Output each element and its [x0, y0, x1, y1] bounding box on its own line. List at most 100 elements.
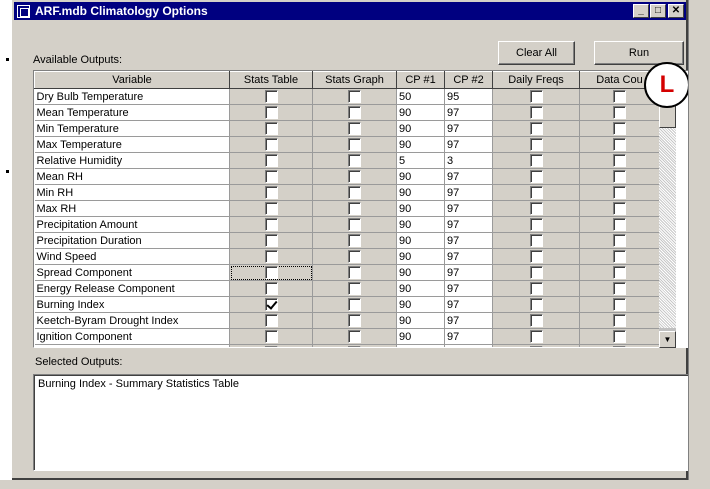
- title-bar[interactable]: ARF.mdb Climatology Options _ □ ✕: [14, 2, 686, 20]
- daily-freqs-checkbox[interactable]: [529, 250, 543, 263]
- cp1-cell[interactable]: 10: [396, 344, 445, 347]
- daily-freqs-checkbox[interactable]: [529, 138, 543, 151]
- data-count-checkbox[interactable]: [613, 314, 626, 327]
- data-count-checkbox[interactable]: [613, 250, 626, 263]
- stats-graph-checkbox[interactable]: [348, 330, 361, 343]
- data-count-checkbox[interactable]: [613, 154, 626, 167]
- stats-table-checkbox[interactable]: [264, 282, 278, 295]
- stats-graph-checkbox[interactable]: [348, 122, 361, 135]
- stats-graph-checkbox[interactable]: [348, 138, 361, 151]
- stats-table-checkbox[interactable]: [264, 346, 278, 347]
- stats-graph-checkbox[interactable]: [348, 266, 361, 279]
- daily-freqs-checkbox[interactable]: [529, 90, 543, 103]
- daily-freqs-checkbox[interactable]: [529, 314, 543, 327]
- daily-freqs-checkbox[interactable]: [529, 298, 543, 311]
- stats-table-checkbox[interactable]: [264, 154, 278, 167]
- cp1-cell[interactable]: 90: [396, 248, 445, 265]
- data-count-checkbox[interactable]: [613, 90, 626, 103]
- stats-graph-checkbox[interactable]: [348, 154, 361, 167]
- cp2-cell[interactable]: 97: [444, 184, 493, 201]
- cp2-cell[interactable]: 95: [444, 88, 493, 105]
- cp2-cell[interactable]: 97: [444, 328, 493, 345]
- cp1-cell[interactable]: 90: [396, 312, 445, 329]
- stats-table-checkbox[interactable]: [264, 234, 278, 247]
- stats-graph-checkbox[interactable]: [348, 170, 361, 183]
- stats-table-checkbox[interactable]: [264, 218, 278, 231]
- data-count-checkbox[interactable]: [613, 282, 626, 295]
- data-count-checkbox[interactable]: [613, 330, 626, 343]
- stats-table-checkbox[interactable]: [264, 186, 278, 199]
- stats-graph-checkbox[interactable]: [348, 250, 361, 263]
- cp1-cell[interactable]: 90: [396, 280, 445, 297]
- close-button[interactable]: ✕: [668, 4, 684, 18]
- stats-table-checkbox[interactable]: [264, 106, 278, 119]
- stats-table-checkbox[interactable]: [264, 122, 278, 135]
- stats-table-checkbox[interactable]: [264, 330, 278, 343]
- daily-freqs-checkbox[interactable]: [529, 266, 543, 279]
- daily-freqs-checkbox[interactable]: [529, 234, 543, 247]
- stats-graph-checkbox[interactable]: [348, 218, 361, 231]
- daily-freqs-checkbox[interactable]: [529, 218, 543, 231]
- stats-graph-checkbox[interactable]: [348, 186, 361, 199]
- cp2-cell[interactable]: 97: [444, 296, 493, 313]
- cp2-cell[interactable]: 97: [444, 216, 493, 233]
- stats-graph-checkbox[interactable]: [348, 90, 361, 103]
- stats-table-checkbox[interactable]: [264, 266, 278, 279]
- stats-graph-checkbox[interactable]: [348, 106, 361, 119]
- stats-table-checkbox[interactable]: [264, 250, 278, 263]
- cp2-cell[interactable]: 3: [444, 152, 493, 169]
- cp2-cell[interactable]: 97: [444, 200, 493, 217]
- cp2-cell[interactable]: 97: [444, 312, 493, 329]
- cp2-cell[interactable]: 97: [444, 120, 493, 137]
- column-header-cp1[interactable]: CP #1: [396, 71, 445, 89]
- cp1-cell[interactable]: 90: [396, 168, 445, 185]
- minimize-button[interactable]: _: [633, 4, 649, 18]
- daily-freqs-checkbox[interactable]: [529, 330, 543, 343]
- cp2-cell[interactable]: 97: [444, 168, 493, 185]
- cp1-cell[interactable]: 90: [396, 296, 445, 313]
- cp2-cell[interactable]: 97: [444, 280, 493, 297]
- cp2-cell[interactable]: 97: [444, 136, 493, 153]
- cp1-cell[interactable]: 90: [396, 264, 445, 281]
- daily-freqs-checkbox[interactable]: [529, 282, 543, 295]
- stats-table-checkbox[interactable]: [264, 298, 278, 311]
- daily-freqs-checkbox[interactable]: [529, 186, 543, 199]
- stats-table-checkbox[interactable]: [264, 202, 278, 215]
- data-count-checkbox[interactable]: [613, 138, 626, 151]
- stats-table-checkbox[interactable]: [264, 314, 278, 327]
- data-count-checkbox[interactable]: [613, 106, 626, 119]
- stats-graph-checkbox[interactable]: [348, 314, 361, 327]
- daily-freqs-checkbox[interactable]: [529, 106, 543, 119]
- cp1-cell[interactable]: 90: [396, 136, 445, 153]
- cp1-cell[interactable]: 90: [396, 200, 445, 217]
- column-header-variable[interactable]: Variable: [34, 71, 230, 89]
- cp1-cell[interactable]: 90: [396, 120, 445, 137]
- data-count-checkbox[interactable]: [613, 122, 626, 135]
- daily-freqs-checkbox[interactable]: [529, 170, 543, 183]
- stats-graph-checkbox[interactable]: [348, 234, 361, 247]
- daily-freqs-checkbox[interactable]: [529, 154, 543, 167]
- daily-freqs-checkbox[interactable]: [529, 122, 543, 135]
- column-header-daily-freqs[interactable]: Daily Freqs: [492, 71, 580, 89]
- cp1-cell[interactable]: 5: [396, 152, 445, 169]
- outputs-grid[interactable]: Variable Stats Table Stats Graph CP #1 CP #2…: [33, 70, 696, 348]
- cp1-cell[interactable]: 90: [396, 328, 445, 345]
- column-header-stats-table[interactable]: Stats Table: [229, 71, 313, 89]
- column-header-stats-graph[interactable]: Stats Graph: [312, 71, 397, 89]
- data-count-checkbox[interactable]: [613, 170, 626, 183]
- data-count-checkbox[interactable]: [613, 218, 626, 231]
- scroll-down-button[interactable]: ▼: [659, 331, 676, 348]
- stats-graph-checkbox[interactable]: [348, 282, 361, 295]
- cp2-cell[interactable]: 97: [444, 264, 493, 281]
- data-count-checkbox[interactable]: [613, 346, 626, 347]
- cp2-cell[interactable]: 3: [444, 344, 493, 347]
- clear-all-button[interactable]: Clear All: [498, 41, 575, 65]
- data-count-checkbox[interactable]: [613, 202, 626, 215]
- data-count-checkbox[interactable]: [613, 234, 626, 247]
- maximize-button[interactable]: □: [650, 4, 666, 18]
- window-menu-icon[interactable]: [17, 4, 30, 18]
- data-count-checkbox[interactable]: [613, 298, 626, 311]
- selected-outputs-textbox[interactable]: Burning Index - Summary Statistics Table: [33, 374, 697, 471]
- daily-freqs-checkbox[interactable]: [529, 346, 543, 347]
- scroll-track[interactable]: [659, 128, 676, 328]
